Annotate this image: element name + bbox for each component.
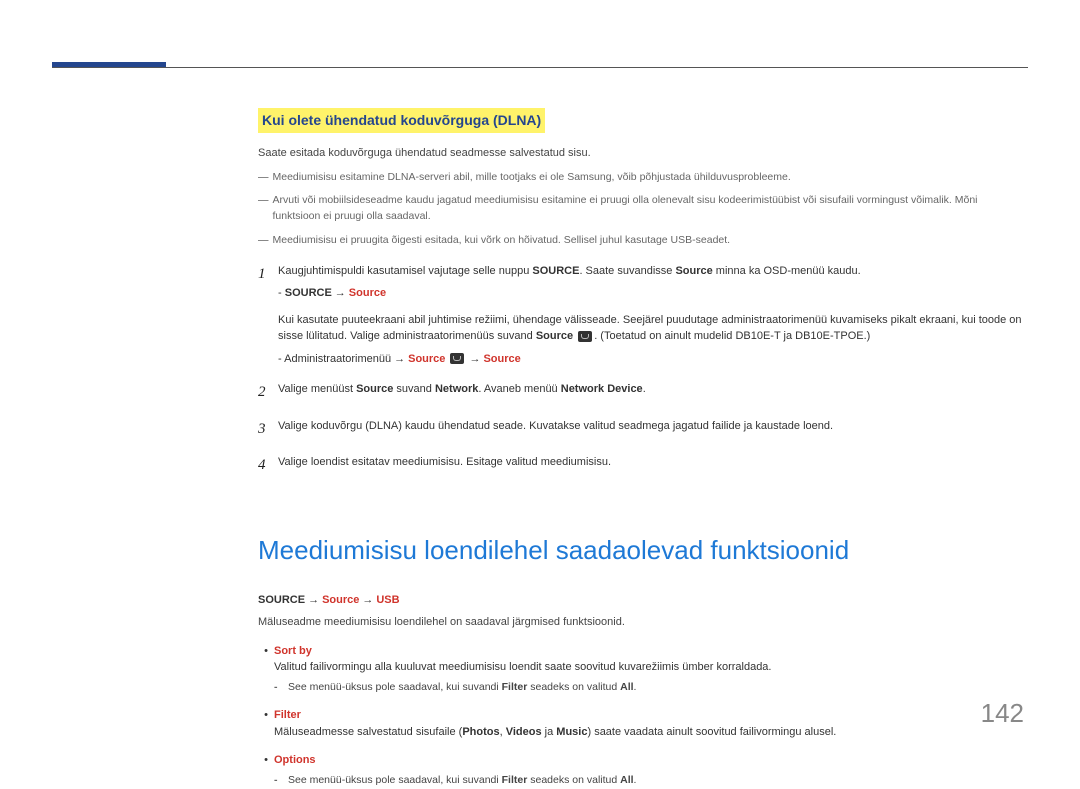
nav-path: SOURCE→Source→USB: [258, 592, 1028, 609]
step-3: 3 Valige koduvõrgu (DLNA) kaudu ühendatu…: [258, 418, 1028, 441]
step-2: 2 Valige menüüst Source suvand Network. …: [258, 381, 1028, 404]
feature-name: Sort by: [274, 645, 312, 657]
step1-sub2: Kui kasutate puuteekraani abil juhtimise…: [278, 312, 1028, 345]
step-number: 2: [258, 381, 278, 404]
note-1: ―Meediumisisu esitamine DLNA-serveri abi…: [258, 170, 1028, 186]
step-number: 3: [258, 418, 278, 441]
feature-name: Filter: [274, 709, 301, 721]
intro-text: Saate esitada koduvõrguga ühendatud sead…: [258, 145, 1028, 162]
page-content: Kui olete ühendatud koduvõrguga (DLNA) S…: [258, 108, 1028, 789]
section-title-dlna: Kui olete ühendatud koduvõrguga (DLNA): [258, 108, 545, 133]
source-icon: [578, 331, 592, 342]
note-2: ―Arvuti või mobiilsideseadme kaudu jagat…: [258, 193, 1028, 225]
step-1: 1 Kaugjuhtimispuldi kasutamisel vajutage…: [258, 263, 1028, 368]
page-number: 142: [981, 694, 1024, 733]
feature-subnote: - See menüü-üksus pole saadaval, kui suv…: [274, 680, 1028, 696]
bullet-sortby: • Sort by Valitud failivormingu alla kuu…: [258, 643, 1028, 696]
step1-path: - SOURCE→Source: [278, 285, 1028, 302]
step-4: 4 Valige loendist esitatav meediumisisu.…: [258, 454, 1028, 477]
feature-subnote: - See menüü-üksus pole saadaval, kui suv…: [274, 773, 1028, 789]
source-icon: [450, 353, 464, 364]
section-title-functions: Meediumisisu loendilehel saadaolevad fun…: [258, 531, 1028, 570]
bullet-options: • Options - See menüü-üksus pole saadava…: [258, 752, 1028, 788]
section2-intro: Mäluseadme meediumisisu loendilehel on s…: [258, 614, 1028, 631]
header-rule: [52, 67, 1028, 68]
note-3: ―Meediumisisu ei pruugita õigesti esitad…: [258, 233, 1028, 249]
feature-name: Options: [274, 754, 316, 766]
feature-desc: Mäluseadmesse salvestatud sisufaile (Pho…: [274, 724, 1028, 741]
label-source-caps: SOURCE: [532, 265, 579, 277]
step1-sub3: - Administraatorimenüü→Source →Source: [278, 351, 1028, 368]
step-number: 4: [258, 454, 278, 477]
label-source: Source: [675, 265, 712, 277]
step-number: 1: [258, 263, 278, 368]
step1-text: Kaugjuhtimispuldi kasutamisel vajutage s…: [278, 265, 532, 277]
feature-desc: Valitud failivormingu alla kuuluvat meed…: [274, 659, 1028, 676]
bullet-filter: • Filter Mäluseadmesse salvestatud sisuf…: [258, 707, 1028, 740]
